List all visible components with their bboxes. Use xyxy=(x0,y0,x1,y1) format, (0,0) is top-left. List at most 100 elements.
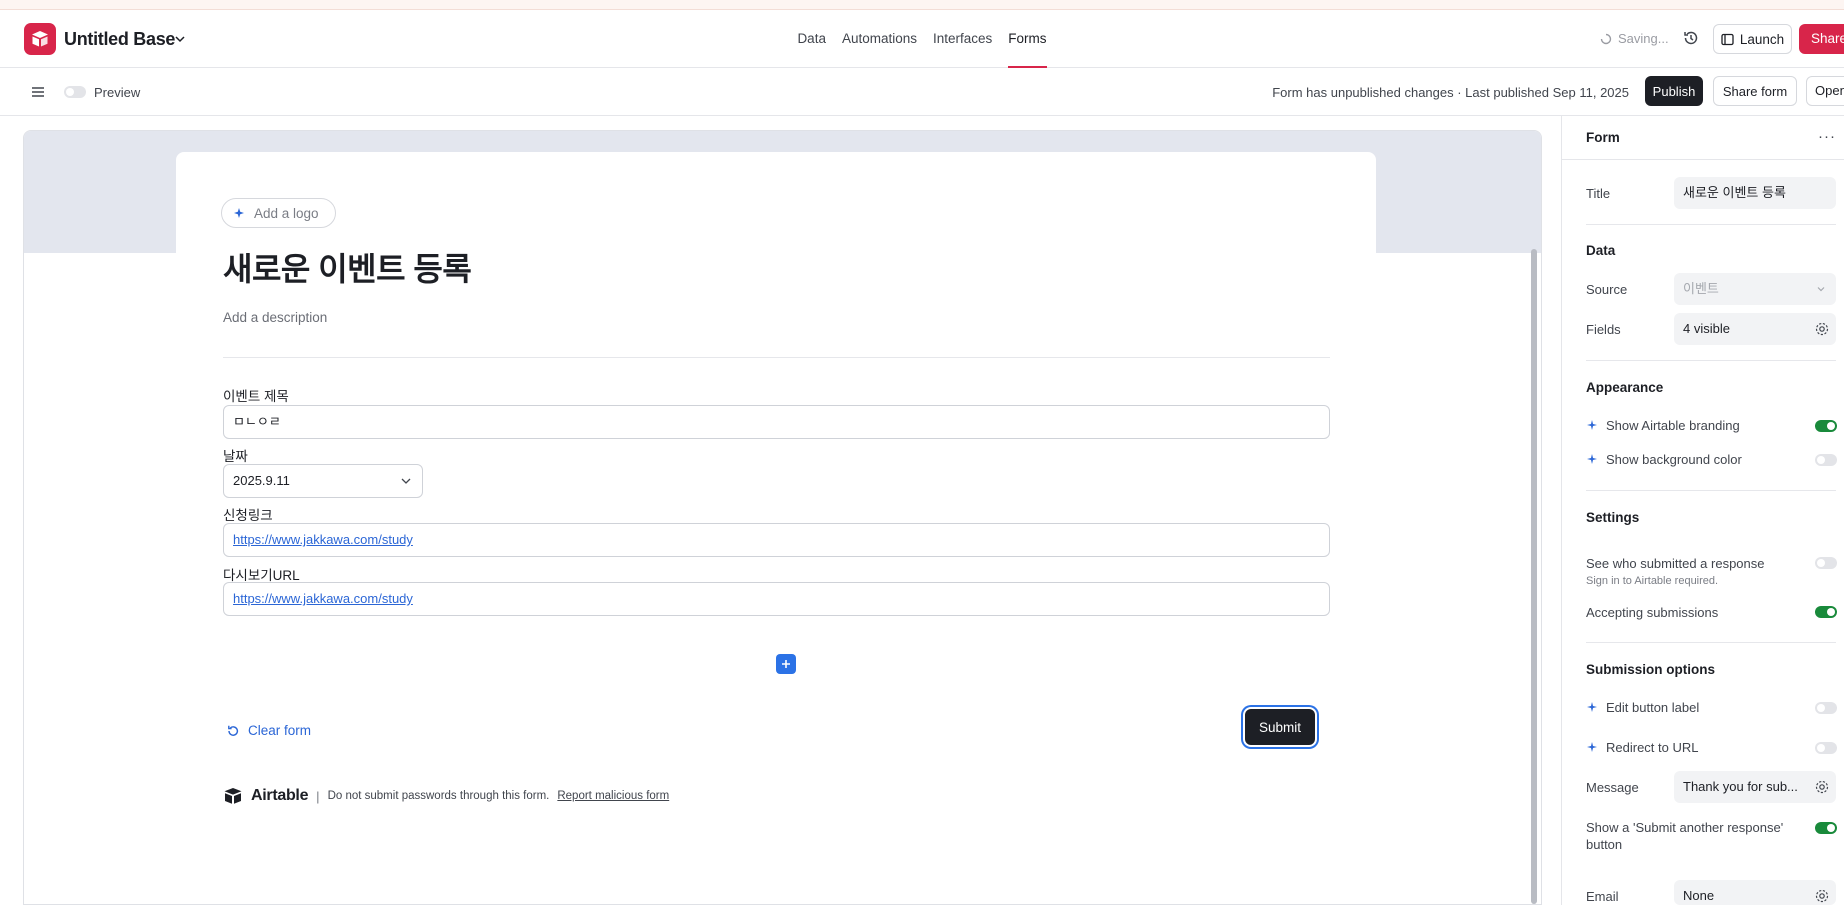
email-value: None xyxy=(1683,888,1715,903)
email-label: Email xyxy=(1586,889,1619,904)
field-label-signup-link: 신청링크 xyxy=(223,508,273,523)
footer-notice: Do not submit passwords through this for… xyxy=(327,790,550,802)
canvas-scrollbar[interactable] xyxy=(1531,249,1537,904)
launch-button[interactable]: Launch xyxy=(1713,24,1792,54)
divider xyxy=(1586,490,1836,491)
message-value: Thank you for sub... xyxy=(1683,779,1798,794)
source-label: Source xyxy=(1586,282,1628,297)
sparkle-icon xyxy=(1587,454,1597,464)
gear-icon[interactable] xyxy=(1814,779,1830,795)
history-icon[interactable] xyxy=(1682,29,1700,47)
event-title-input[interactable]: ㅁㄴㅇㄹ xyxy=(223,405,1330,439)
divider xyxy=(1586,642,1836,643)
open-form-button[interactable]: Open xyxy=(1806,76,1844,106)
form-description[interactable]: Add a description xyxy=(223,310,327,325)
fields-label: Fields xyxy=(1586,322,1621,337)
submit-button[interactable]: Submit xyxy=(1245,709,1315,745)
data-section-heading: Data xyxy=(1586,243,1616,258)
accepting-submissions-toggle[interactable] xyxy=(1815,606,1837,618)
preview-toggle[interactable] xyxy=(64,86,86,98)
email-select[interactable]: None xyxy=(1674,880,1836,905)
sparkle-icon xyxy=(1587,742,1597,752)
sparkle-icon xyxy=(1587,420,1597,430)
chevron-down-icon[interactable] xyxy=(173,32,187,46)
submission-options-heading: Submission options xyxy=(1586,662,1716,677)
see-who-sublabel: Sign in to Airtable required. xyxy=(1586,575,1719,587)
gear-icon[interactable] xyxy=(1814,321,1830,337)
divider xyxy=(1586,224,1836,225)
app-header: Untitled Base Data Automations Interface… xyxy=(0,10,1844,68)
launch-label: Launch xyxy=(1739,31,1785,47)
fields-value: 4 visible xyxy=(1683,321,1730,336)
form-toolbar: Preview Form has unpublished changes · L… xyxy=(0,68,1844,116)
saving-indicator: Saving... xyxy=(1600,31,1669,46)
edit-button-label-label: Edit button label xyxy=(1606,700,1700,715)
field-label-event-title: 이벤트 제목 xyxy=(223,389,289,404)
message-label: Message xyxy=(1586,780,1639,795)
launch-icon xyxy=(1721,33,1734,45)
top-nav: Data Automations Interfaces Forms xyxy=(0,10,1844,68)
source-select[interactable]: 이벤트 xyxy=(1674,273,1836,305)
footer-separator: | xyxy=(316,788,320,804)
replay-url-input[interactable]: https://www.jakkawa.com/study xyxy=(223,582,1330,616)
see-who-label: See who submitted a response xyxy=(1586,556,1765,571)
edit-button-label-toggle[interactable] xyxy=(1815,702,1837,714)
date-value: 2025.9.11 xyxy=(233,473,290,488)
accepting-submissions-label: Accepting submissions xyxy=(1586,605,1719,620)
tab-automations[interactable]: Automations xyxy=(842,10,917,68)
field-label-date: 날짜 xyxy=(223,449,248,464)
sparkle-icon xyxy=(234,208,244,218)
clear-form-button[interactable]: Clear form xyxy=(226,723,311,738)
replay-url-value[interactable]: https://www.jakkawa.com/study xyxy=(233,591,413,606)
form-settings-panel: Form ··· Title 새로운 이벤트 등록 Data Source 이벤… xyxy=(1561,116,1844,905)
more-options-icon[interactable]: ··· xyxy=(1818,128,1836,145)
hamburger-menu-icon[interactable] xyxy=(30,84,46,100)
add-field-button[interactable] xyxy=(776,654,796,674)
airtable-footer-logo-icon xyxy=(224,788,242,804)
airtable-wordmark: Airtable xyxy=(251,787,309,804)
date-select[interactable]: 2025.9.11 xyxy=(223,464,423,498)
submit-another-toggle[interactable] xyxy=(1815,822,1837,834)
settings-section-heading: Settings xyxy=(1586,510,1640,525)
share-button[interactable]: Share xyxy=(1799,24,1844,54)
form-card: Add a logo 새로운 이벤트 등록 Add a description … xyxy=(176,152,1376,904)
show-bg-color-toggle[interactable] xyxy=(1815,454,1837,466)
preview-label: Preview xyxy=(94,85,141,100)
source-value: 이벤트 xyxy=(1683,281,1719,296)
gear-icon[interactable] xyxy=(1814,888,1830,904)
signup-link-value[interactable]: https://www.jakkawa.com/study xyxy=(233,532,413,547)
field-label-replay-url: 다시보기URL xyxy=(223,568,300,583)
title-input[interactable]: 새로운 이벤트 등록 xyxy=(1674,177,1836,209)
panel-title: Form xyxy=(1586,130,1620,145)
tab-data[interactable]: Data xyxy=(797,10,826,68)
show-bg-color-label: Show background color xyxy=(1606,452,1742,467)
sparkle-icon xyxy=(1587,702,1597,712)
form-canvas: Add a logo 새로운 이벤트 등록 Add a description … xyxy=(23,130,1542,905)
fields-select[interactable]: 4 visible xyxy=(1674,313,1836,345)
submit-another-label: Show a 'Submit another response' button xyxy=(1586,820,1784,852)
report-malicious-link[interactable]: Report malicious form xyxy=(557,790,669,802)
panel-header: Form ··· xyxy=(1562,116,1844,160)
share-form-button[interactable]: Share form xyxy=(1713,76,1797,106)
appearance-section-heading: Appearance xyxy=(1586,380,1664,395)
publish-status: Form has unpublished changes · Last publ… xyxy=(1272,85,1629,100)
message-input[interactable]: Thank you for sub... xyxy=(1674,771,1836,803)
add-logo-button[interactable]: Add a logo xyxy=(221,198,336,228)
tab-interfaces[interactable]: Interfaces xyxy=(933,10,992,68)
base-name[interactable]: Untitled Base xyxy=(64,29,175,50)
form-title[interactable]: 새로운 이벤트 등록 xyxy=(223,244,472,290)
top-notice-strip xyxy=(0,0,1844,10)
saving-text: Saving... xyxy=(1618,31,1669,46)
tab-forms[interactable]: Forms xyxy=(1008,10,1047,68)
chevron-down-icon xyxy=(1817,287,1825,292)
airtable-logo-icon[interactable] xyxy=(24,23,56,55)
show-branding-toggle[interactable] xyxy=(1815,420,1837,432)
form-footer: Airtable | Do not submit passwords throu… xyxy=(223,787,669,805)
clear-form-label: Clear form xyxy=(248,723,312,738)
signup-link-input[interactable]: https://www.jakkawa.com/study xyxy=(223,523,1330,557)
publish-button[interactable]: Publish xyxy=(1645,76,1703,106)
divider xyxy=(223,357,1330,358)
redirect-url-label: Redirect to URL xyxy=(1606,740,1699,755)
see-who-toggle[interactable] xyxy=(1815,557,1837,569)
redirect-url-toggle[interactable] xyxy=(1815,742,1837,754)
